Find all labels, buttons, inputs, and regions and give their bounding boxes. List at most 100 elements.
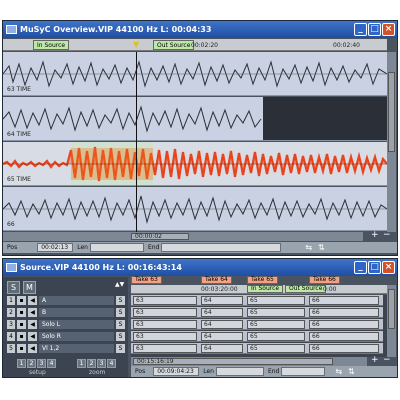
overview-track-66[interactable]: 66: [3, 187, 387, 231]
overview-track-63[interactable]: 63 TIME: [3, 52, 387, 96]
zoom-out-button[interactable]: −: [383, 230, 391, 240]
source-hscroll-thumb[interactable]: 00:15:16:19: [133, 358, 333, 365]
source-vertical-scrollbar[interactable]: [387, 285, 396, 357]
overview-horizontal-scrollbar[interactable]: 00:00:02: [3, 232, 363, 241]
clip[interactable]: 66: [309, 332, 379, 341]
solo-button[interactable]: S: [116, 320, 125, 329]
zoom-2-button[interactable]: 2: [87, 359, 96, 368]
record-button[interactable]: ▪: [17, 296, 26, 305]
track-row-2[interactable]: 2 ▪ ◀ B S: [7, 307, 125, 318]
source-minimize-button[interactable]: _: [354, 261, 367, 274]
take-66-label[interactable]: Take 66: [309, 276, 340, 284]
zoom-1-button[interactable]: 1: [77, 359, 86, 368]
setup-1-button[interactable]: 1: [17, 359, 26, 368]
source-vscroll-thumb[interactable]: [388, 289, 395, 329]
lane-4[interactable]: 63 64 65 66: [131, 331, 383, 342]
zoom-3-button[interactable]: 3: [97, 359, 106, 368]
clip[interactable]: 65: [247, 344, 305, 353]
clip[interactable]: 64: [201, 308, 243, 317]
source-end-field[interactable]: [281, 367, 326, 376]
clip[interactable]: 66: [309, 296, 379, 305]
record-button[interactable]: ▪: [17, 308, 26, 317]
take-63-label[interactable]: Take 63: [131, 276, 162, 284]
overview-track-64[interactable]: 64 TIME: [3, 97, 387, 141]
lane-2[interactable]: 63 64 65 66: [131, 307, 383, 318]
source-ruler[interactable]: 00:03:20:00 In Source Out Source 0:00: [131, 285, 387, 294]
track-name[interactable]: B: [39, 308, 114, 317]
overview-ruler[interactable]: In Source ▼ Out Source 00:02:20 00:02:40: [3, 39, 387, 51]
clip[interactable]: 65: [247, 296, 305, 305]
clip[interactable]: 64: [201, 332, 243, 341]
record-button[interactable]: ▪: [17, 320, 26, 329]
track-name[interactable]: A: [39, 296, 114, 305]
setup-3-button[interactable]: 3: [37, 359, 46, 368]
global-solo-button[interactable]: S: [7, 281, 20, 294]
take-65-label[interactable]: Take 65: [247, 276, 278, 284]
maximize-button[interactable]: □: [368, 23, 381, 36]
clip[interactable]: 63: [133, 308, 197, 317]
solo-button[interactable]: S: [116, 344, 125, 353]
source-zoom-in-button[interactable]: +: [371, 355, 379, 365]
source-len-field[interactable]: [215, 367, 264, 376]
source-zoom-out-button[interactable]: −: [383, 355, 391, 365]
source-horizontal-scrollbar[interactable]: 00:15:16:19: [131, 357, 367, 366]
clip[interactable]: 65: [247, 320, 305, 329]
lane-1[interactable]: 63 64 65 66: [131, 295, 383, 306]
solo-button[interactable]: S: [116, 296, 125, 305]
speaker-icon[interactable]: ◀: [28, 320, 37, 329]
clip[interactable]: 63: [133, 344, 197, 353]
record-button[interactable]: ▪: [17, 332, 26, 341]
in-source-marker[interactable]: In Source: [33, 40, 70, 50]
track-row-5[interactable]: 5 ▪ ◀ Vl 1,2 S: [7, 343, 125, 354]
track-row-1[interactable]: 1 ▪ ◀ A S: [7, 295, 125, 306]
clip[interactable]: 65: [247, 308, 305, 317]
zoom-in-button[interactable]: +: [371, 230, 379, 240]
clip[interactable]: 66: [309, 344, 379, 353]
lane-5[interactable]: 63 64 65 66: [131, 343, 383, 354]
speaker-icon[interactable]: ◀: [28, 296, 37, 305]
source-sort-icon[interactable]: ⇅: [348, 367, 355, 376]
source-titlebar[interactable]: Source.VIP 44100 Hz L: 00:16:43:14 _ □ ×: [3, 259, 397, 276]
clip[interactable]: 66: [309, 320, 379, 329]
sort-icon[interactable]: ⇅: [318, 243, 325, 252]
source-close-button[interactable]: ×: [382, 261, 395, 274]
source-out-marker[interactable]: Out Source: [285, 285, 327, 293]
source-maximize-button[interactable]: □: [368, 261, 381, 274]
clip[interactable]: 65: [247, 332, 305, 341]
clip[interactable]: 64: [201, 320, 243, 329]
playhead-marker-icon[interactable]: ▼: [133, 40, 139, 49]
minimize-button[interactable]: _: [354, 23, 367, 36]
overview-track-65[interactable]: 65 TIME: [3, 142, 387, 186]
end-field[interactable]: [161, 243, 282, 252]
speaker-icon[interactable]: ◀: [28, 332, 37, 341]
source-in-marker[interactable]: In Source: [247, 285, 284, 293]
panel-arrows-icon[interactable]: ▲▼: [115, 281, 124, 288]
setup-2-button[interactable]: 2: [27, 359, 36, 368]
source-pos-field[interactable]: 00:09:04:23: [153, 367, 200, 376]
source-loop-icon[interactable]: ⇆: [335, 367, 342, 376]
overview-vscroll-thumb[interactable]: [388, 72, 395, 152]
len-field[interactable]: [89, 243, 144, 252]
speaker-icon[interactable]: ◀: [28, 308, 37, 317]
loop-icon[interactable]: ⇆: [305, 243, 312, 252]
clip[interactable]: 64: [201, 344, 243, 353]
clip[interactable]: 63: [133, 296, 197, 305]
track-name[interactable]: Solo L: [39, 320, 114, 329]
overview-hscroll-thumb[interactable]: 00:00:02: [131, 233, 189, 240]
out-source-marker[interactable]: Out Source: [153, 40, 195, 50]
take-64-label[interactable]: Take 64: [201, 276, 232, 284]
track-name[interactable]: Vl 1,2: [39, 344, 114, 353]
global-mute-button[interactable]: M: [23, 281, 36, 294]
close-button[interactable]: ×: [382, 23, 395, 36]
setup-4-button[interactable]: 4: [47, 359, 56, 368]
record-button[interactable]: ▪: [17, 344, 26, 353]
speaker-icon[interactable]: ◀: [28, 344, 37, 353]
pos-field[interactable]: 00:02:13: [37, 243, 74, 252]
clip[interactable]: 66: [309, 308, 379, 317]
clip[interactable]: 63: [133, 320, 197, 329]
zoom-4-button[interactable]: 4: [107, 359, 116, 368]
track-row-4[interactable]: 4 ▪ ◀ Solo R S: [7, 331, 125, 342]
track-row-3[interactable]: 3 ▪ ◀ Solo L S: [7, 319, 125, 330]
solo-button[interactable]: S: [116, 332, 125, 341]
clip[interactable]: 64: [201, 296, 243, 305]
